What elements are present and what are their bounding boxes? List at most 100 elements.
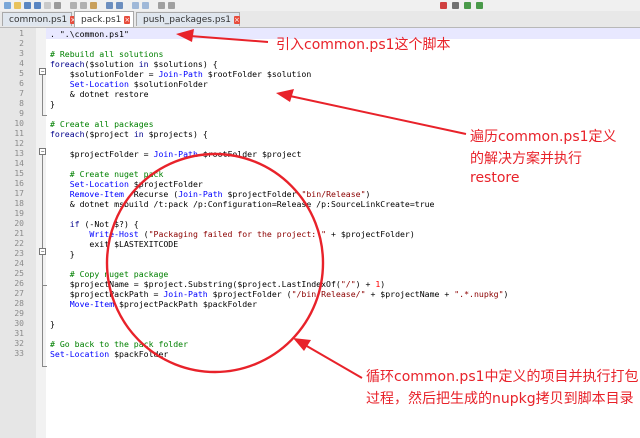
code-token: "bin/Release" <box>301 189 366 199</box>
line-number: 25 <box>14 269 24 278</box>
line-number: 23 <box>14 249 24 258</box>
arrow-2-head <box>276 89 294 102</box>
tab-push-packages-ps1[interactable]: push_packages.ps1 × <box>136 12 240 26</box>
code-token: Write-Host <box>50 229 139 239</box>
zoom-out-icon[interactable] <box>168 2 175 9</box>
code-line[interactable]: Set-Location $projectFolder <box>50 179 203 189</box>
close-icon[interactable]: × <box>124 15 131 24</box>
line-number: 8 <box>19 99 24 108</box>
code-token: ) <box>503 289 509 299</box>
line-number: 10 <box>14 119 24 128</box>
save-icon[interactable] <box>24 2 31 9</box>
fold-end <box>42 115 47 116</box>
replace-icon[interactable] <box>142 2 149 9</box>
code-line[interactable]: } <box>50 319 55 329</box>
zoom-in-icon[interactable] <box>158 2 165 9</box>
play-macro-icon[interactable] <box>464 2 471 9</box>
code-token: ($solution <box>84 59 139 69</box>
record-macro-icon[interactable] <box>440 2 447 9</box>
save-all-icon[interactable] <box>34 2 41 9</box>
open-file-icon[interactable] <box>14 2 21 9</box>
code-token: $projectFolder ( <box>207 289 292 299</box>
paste-icon[interactable] <box>90 2 97 9</box>
code-line[interactable]: $projectFolder = Join-Path $rootFolder $… <box>50 149 302 159</box>
code-token: "/" <box>340 279 356 289</box>
line-number: 9 <box>19 109 24 118</box>
close-file-icon[interactable] <box>44 2 51 9</box>
code-token: $rootFolder $solution <box>202 69 312 79</box>
fold-toggle-icon[interactable]: − <box>39 68 46 75</box>
close-icon[interactable]: × <box>233 15 240 24</box>
line-number: 22 <box>14 239 24 248</box>
line-number: 13 <box>14 149 24 158</box>
cut-icon[interactable] <box>70 2 77 9</box>
undo-icon[interactable] <box>106 2 113 9</box>
line-number: 16 <box>14 179 24 188</box>
code-line[interactable]: foreach($solution in $solutions) { <box>50 59 218 69</box>
code-line[interactable]: foreach($project in $projects) { <box>50 129 208 139</box>
code-line[interactable]: Remove-Item -Recurse (Join-Path $project… <box>50 189 371 199</box>
code-token: $projectPackPath $packFolder <box>114 299 258 309</box>
code-line[interactable]: . ".\common.ps1" <box>50 29 129 39</box>
code-token: Set-Location <box>50 349 110 359</box>
code-line[interactable]: $projectName = $project.Substring($proje… <box>50 279 386 289</box>
code-line[interactable]: # Copy nuget package <box>50 269 169 279</box>
code-line[interactable]: $solutionFolder = Join-Path $rootFolder … <box>50 69 312 79</box>
line-number: 30 <box>14 319 24 328</box>
line-number: 15 <box>14 169 24 178</box>
copy-icon[interactable] <box>80 2 87 9</box>
code-token: foreach <box>50 129 85 139</box>
code-token: ) + <box>355 279 376 289</box>
stop-macro-icon[interactable] <box>452 2 459 9</box>
tab-label: pack.ps1 <box>81 14 122 25</box>
code-line[interactable]: } <box>50 249 75 259</box>
fold-line <box>42 75 43 115</box>
code-line[interactable]: Write-Host ("Packaging failed for the pr… <box>50 229 415 239</box>
code-token: ($project <box>84 129 134 139</box>
code-line[interactable]: Move-Item $projectPackPath $packFolder <box>50 299 257 309</box>
code-token: # Create all packages <box>50 119 154 129</box>
tab-pack-ps1[interactable]: pack.ps1 × <box>74 11 134 27</box>
code-token: in <box>133 129 144 139</box>
code-token: Remove-Item <box>50 189 124 199</box>
line-number: 18 <box>14 199 24 208</box>
arrow-3-head <box>293 338 311 351</box>
code-line[interactable]: Set-Location $packFolder <box>50 349 168 359</box>
annotation-3-line-1: 循环common.ps1中定义的项目并执行打包 <box>366 369 639 385</box>
code-token: -Recurse ( <box>123 189 179 199</box>
code-token: Join-Path <box>163 289 208 299</box>
code-line[interactable]: $projectPackPath = Join-Path $projectFol… <box>50 289 509 299</box>
fold-end <box>42 366 47 367</box>
line-number: 28 <box>14 299 24 308</box>
code-line[interactable]: & dotnet msbuild /t:pack /p:Configuratio… <box>50 199 435 209</box>
code-line[interactable]: # Go back to the pack folder <box>50 339 188 349</box>
line-number: 33 <box>14 349 24 358</box>
fold-toggle-icon[interactable]: − <box>39 248 46 255</box>
code-line[interactable]: if (-Not $?) { <box>50 219 139 229</box>
run-icon[interactable] <box>476 2 483 9</box>
line-number: 29 <box>14 309 24 318</box>
fold-line <box>42 255 43 285</box>
line-number: 6 <box>19 79 24 88</box>
code-line[interactable]: # Create nuget pack <box>50 169 164 179</box>
code-line[interactable]: & dotnet restore <box>50 89 149 99</box>
line-number: 26 <box>14 279 24 288</box>
code-token: + $projectFolder) <box>326 229 415 239</box>
new-file-icon[interactable] <box>4 2 11 9</box>
code-line[interactable]: Set-Location $solutionFolder <box>50 79 208 89</box>
code-line[interactable]: # Create all packages <box>50 119 154 129</box>
code-token: & dotnet restore <box>50 89 149 99</box>
line-number: 20 <box>14 219 24 228</box>
find-icon[interactable] <box>132 2 139 9</box>
code-token: # Go back to the pack folder <box>50 339 189 349</box>
code-line[interactable]: exit $LASTEXITCODE <box>50 239 178 249</box>
code-token: $projectPackPath = <box>50 289 164 299</box>
code-line[interactable]: # Rebuild all solutions <box>50 49 163 59</box>
arrow-2 <box>289 95 467 135</box>
code-line[interactable]: } <box>50 99 55 109</box>
print-icon[interactable] <box>54 2 61 9</box>
code-token: $solutionFolder <box>128 79 208 89</box>
tab-common-ps1[interactable]: common.ps1 × <box>2 12 77 26</box>
redo-icon[interactable] <box>116 2 123 9</box>
fold-toggle-icon[interactable]: − <box>39 148 46 155</box>
